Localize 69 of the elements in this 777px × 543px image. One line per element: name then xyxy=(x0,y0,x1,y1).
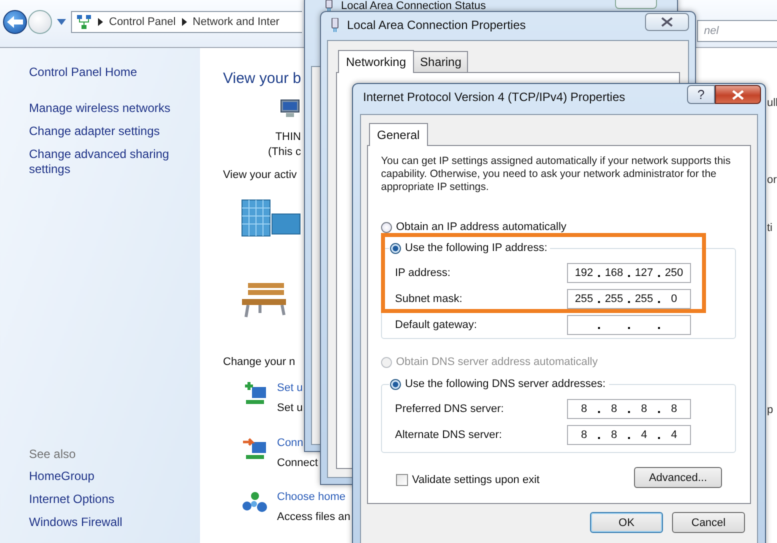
close-icon xyxy=(660,17,674,27)
close-icon xyxy=(731,90,745,100)
homegroup-icon xyxy=(242,491,268,515)
building-icon xyxy=(240,198,302,238)
computer-name: THIN xyxy=(275,131,301,144)
breadcrumb-item[interactable]: Control Panel xyxy=(109,16,176,28)
window-title: Local Area Connection Properties xyxy=(347,18,526,32)
page-heading: View your b xyxy=(223,70,302,88)
checkbox-label[interactable]: Validate settings upon exit xyxy=(412,474,540,486)
description-text: You can get IP settings assigned automatically if your network supports this capability. Otherwise, you need to ask your network administrator for the appropriate IP settings. xyxy=(381,155,732,194)
ip-address-field[interactable]: 8 8 8 8 xyxy=(567,399,691,419)
ip-address-field[interactable]: 8 8 4 4 xyxy=(567,425,691,445)
see-also-heading: See also xyxy=(29,447,76,461)
network-adapter-icon xyxy=(325,0,333,12)
task-description: Set u xyxy=(277,402,303,415)
network-icon xyxy=(76,14,92,30)
radio-button[interactable] xyxy=(390,378,401,390)
arrow-left-icon xyxy=(6,14,24,28)
partial-text: p xyxy=(767,404,774,416)
sidebar-link[interactable]: Control Panel Home xyxy=(29,65,138,80)
sidebar-link[interactable]: Manage wireless networks xyxy=(29,101,170,116)
task-description: Access files an xyxy=(277,511,350,524)
radio-button[interactable] xyxy=(390,242,401,254)
radio-label[interactable]: Obtain an IP address automatically xyxy=(396,221,566,233)
task-link[interactable]: Choose home xyxy=(277,491,346,504)
address-field[interactable]: Control Panel Network and Inter xyxy=(71,10,302,32)
ip-address-field[interactable]: 255 255 255 0 xyxy=(567,289,691,309)
dropdown-caret-icon[interactable] xyxy=(57,18,66,24)
tab[interactable]: General xyxy=(369,123,428,146)
radio-button[interactable] xyxy=(381,222,392,232)
checkbox[interactable] xyxy=(396,474,408,486)
task-description: Connect xyxy=(277,457,318,470)
window-title: Internet Protocol Version 4 (TCP/IPv4) Properties xyxy=(363,90,626,104)
breadcrumb-item[interactable]: Network and Inter xyxy=(192,16,280,28)
field-label: IP address: xyxy=(395,267,450,279)
ok-button[interactable]: OK xyxy=(590,512,663,533)
window-title: Local Area Connection Status xyxy=(341,0,486,12)
field-label: Preferred DNS server: xyxy=(395,403,504,415)
connect-network-icon xyxy=(242,437,268,461)
computer-icon xyxy=(279,98,301,118)
partial-text: ti xyxy=(767,222,772,234)
help-button[interactable]: ? xyxy=(687,85,715,104)
section-heading: View your activ xyxy=(223,169,297,182)
computer-note: (This c xyxy=(268,146,301,159)
network-adapter-icon xyxy=(331,18,339,32)
ip-address-field[interactable] xyxy=(567,315,691,335)
tab[interactable]: Sharing xyxy=(413,51,468,72)
chevron-right-icon[interactable] xyxy=(98,18,103,26)
advanced-button[interactable]: Advanced... xyxy=(634,467,722,488)
cancel-button[interactable]: Cancel xyxy=(672,512,745,533)
field-label: Subnet mask: xyxy=(395,293,462,305)
partial-text: or xyxy=(767,174,777,186)
see-also-link[interactable]: Internet Options xyxy=(29,492,114,506)
radio-label[interactable]: Use the following DNS server addresses: xyxy=(405,378,606,390)
back-button[interactable] xyxy=(3,10,27,34)
field-label: Default gateway: xyxy=(395,319,477,331)
sidebar-link[interactable]: Change advanced sharing settings xyxy=(29,147,190,177)
field-label: Alternate DNS server: xyxy=(395,429,502,441)
task-link[interactable]: Set u xyxy=(277,382,303,395)
add-network-icon xyxy=(242,382,268,406)
chevron-right-icon[interactable] xyxy=(182,18,187,26)
see-also-link[interactable]: Windows Firewall xyxy=(29,515,122,529)
section-heading: Change your n xyxy=(223,356,296,369)
partial-text: ull xyxy=(767,97,777,109)
task-link[interactable]: Conn xyxy=(277,437,304,450)
see-also-link[interactable]: HomeGroup xyxy=(29,469,94,483)
ip-address-field[interactable]: 192 168 127 250 xyxy=(567,263,691,283)
tab[interactable]: Networking xyxy=(338,50,414,73)
sidebar-link[interactable]: Change adapter settings xyxy=(29,124,160,139)
